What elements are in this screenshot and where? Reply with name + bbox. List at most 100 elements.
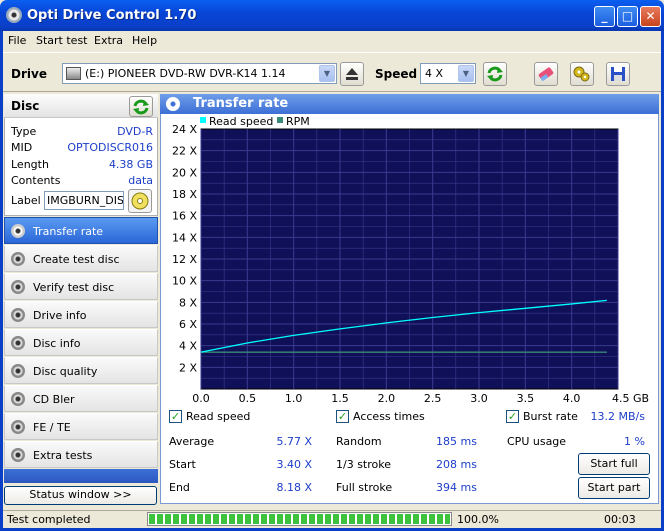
disc-icon: [131, 192, 149, 210]
drive-select-value: (E:) PIONEER DVD-RW DVR-K14 1.14: [85, 67, 286, 80]
start-full-button[interactable]: Start full: [578, 453, 650, 475]
disc-icon: [11, 420, 25, 434]
disc-icon: [11, 448, 25, 462]
x-tick-label: 3.0: [470, 392, 488, 404]
x-tick-label: 0.0: [192, 392, 210, 404]
drive-label: Drive: [11, 67, 47, 81]
progress-bar: [147, 512, 452, 526]
disc-icon: [11, 224, 25, 238]
window-title: Opti Drive Control 1.70: [27, 8, 197, 23]
menu-start-test[interactable]: Start test: [36, 34, 88, 47]
y-tick-label: 16 X: [172, 210, 197, 223]
y-tick-label: 18 X: [172, 188, 197, 201]
full-stroke-value: 394 ms: [436, 481, 477, 494]
start-part-button[interactable]: Start part: [578, 477, 650, 499]
end-label: End: [169, 481, 190, 494]
erase-button[interactable]: [534, 62, 558, 86]
x-tick-label: 0.5: [239, 392, 257, 404]
cpu-usage-label: CPU usage: [507, 435, 567, 448]
burst-rate-check-label: Burst rate: [523, 410, 578, 423]
nav-drive-info[interactable]: Drive info: [4, 301, 158, 328]
disc-mid-key: MID: [11, 141, 33, 154]
nav-label: CD Bler: [33, 393, 75, 406]
legend-label: Read speed: [209, 115, 273, 128]
drive-select[interactable]: (E:) PIONEER DVD-RW DVR-K14 1.14 ▼: [62, 63, 337, 84]
legend-swatch: [200, 117, 206, 123]
chevron-down-icon[interactable]: ▼: [319, 65, 335, 82]
nav-cd-bler[interactable]: CD Bler: [4, 385, 158, 412]
y-tick-label: 8 X: [179, 296, 197, 309]
disc-length-key: Length: [11, 158, 49, 171]
nav-disc-quality[interactable]: Disc quality: [4, 357, 158, 384]
nav-transfer-rate[interactable]: Transfer rate: [4, 217, 158, 244]
read-speed-checkbox[interactable]: ✓: [169, 410, 182, 423]
refresh-icon: [487, 66, 503, 82]
y-tick-label: 22 X: [172, 145, 197, 158]
y-tick-label: 4 X: [179, 340, 197, 353]
disc-icon: [11, 364, 25, 378]
end-value: 8.18 X: [276, 481, 312, 494]
disc-type-key: Type: [11, 125, 37, 138]
disc-icon: [166, 97, 180, 111]
nav-verify-test-disc[interactable]: Verify test disc: [4, 273, 158, 300]
nav-label: Transfer rate: [33, 225, 104, 238]
nav-label: Extra tests: [33, 449, 93, 462]
disc-length-value: 4.38 GB: [108, 158, 153, 171]
y-tick-label: 24 X: [172, 123, 197, 136]
nav-create-test-disc[interactable]: Create test disc: [4, 245, 158, 272]
nav-fe-te[interactable]: FE / TE: [4, 413, 158, 440]
full-stroke-label: Full stroke: [336, 481, 393, 494]
settings-button[interactable]: [570, 62, 594, 86]
refresh-disc-button[interactable]: [129, 96, 153, 117]
disc-icon: [11, 280, 25, 294]
burst-rate-checkbox[interactable]: ✓: [506, 410, 519, 423]
nav-footer: [4, 469, 158, 483]
panel-title: Transfer rate: [193, 96, 289, 111]
refresh-speed-button[interactable]: [483, 62, 507, 86]
menu-help[interactable]: Help: [132, 34, 157, 47]
x-tick-label: 3.5: [517, 392, 535, 404]
speed-select-value: 4 X: [425, 67, 444, 80]
progress-fill: [149, 514, 450, 524]
disc-label-field[interactable]: IMGBURN_DIS: [44, 191, 124, 210]
menu-extra[interactable]: Extra: [94, 34, 123, 47]
close-button[interactable]: ✕: [640, 6, 661, 27]
nav-label: Drive info: [33, 309, 87, 322]
minimize-button[interactable]: _: [594, 6, 615, 27]
average-label: Average: [169, 435, 215, 448]
chevron-down-icon[interactable]: ▼: [458, 65, 474, 82]
disc-mid-value: OPTODISCR016: [67, 141, 153, 154]
speed-select[interactable]: 4 X ▼: [420, 63, 476, 84]
status-window-button[interactable]: Status window >>: [4, 486, 157, 505]
menu-file[interactable]: File: [8, 34, 26, 47]
cpu-usage-value: 1 %: [624, 435, 645, 448]
access-times-check-label: Access times: [353, 410, 425, 423]
progress-text: 100.0%: [457, 513, 499, 526]
burst-rate-value: 13.2 MB/s: [590, 410, 645, 423]
disc-heading: Disc: [11, 99, 40, 113]
eject-button[interactable]: [340, 62, 364, 86]
disc-contents-value: data: [128, 174, 153, 187]
x-tick-label: 2.5: [424, 392, 442, 404]
random-value: 185 ms: [436, 435, 477, 448]
nav-disc-info[interactable]: Disc info: [4, 329, 158, 356]
start-label: Start: [169, 458, 196, 471]
access-times-checkbox[interactable]: ✓: [336, 410, 349, 423]
random-label: Random: [336, 435, 382, 448]
drive-icon: [66, 67, 81, 80]
maximize-button[interactable]: □: [617, 6, 638, 27]
disc-fields: Type DVD-R MID OPTODISCR016 Length 4.38 …: [4, 120, 158, 190]
third-stroke-value: 208 ms: [436, 458, 477, 471]
save-button[interactable]: [606, 62, 630, 86]
disc-label-button[interactable]: [128, 189, 152, 213]
disc-icon: [11, 392, 25, 406]
transfer-rate-chart: 24 X 22 X 20 X 18 X 16 X 14 X 12 X 10 X 8 X 6 X 4 …: [172, 115, 649, 404]
nav-label: FE / TE: [33, 421, 71, 434]
nav-label: Disc quality: [33, 365, 98, 378]
nav-label: Disc info: [33, 337, 81, 350]
nav-extra-tests[interactable]: Extra tests: [4, 441, 158, 468]
menu-bar: File Start test Extra Help: [3, 31, 661, 51]
y-tick-label: 20 X: [172, 166, 197, 179]
disc-contents-key: Contents: [11, 174, 61, 187]
floppy-save-icon: [611, 67, 625, 81]
